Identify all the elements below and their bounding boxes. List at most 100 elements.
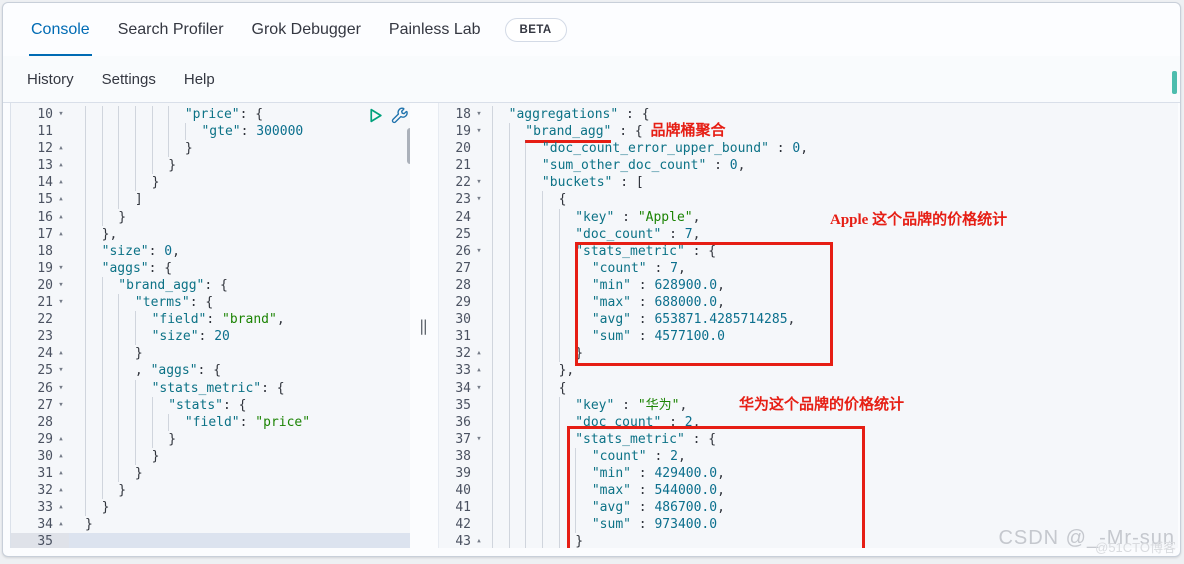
- menu-item-help[interactable]: Help: [184, 71, 215, 88]
- fold-toggle-icon[interactable]: ▴: [53, 448, 69, 465]
- tab-console[interactable]: Console: [17, 3, 104, 57]
- fold-toggle-icon[interactable]: ▾: [53, 362, 69, 379]
- gutter-line-number: 42: [455, 517, 471, 533]
- fold-toggle-icon[interactable]: ▾: [471, 123, 487, 140]
- fold-toggle-icon[interactable]: ▴: [53, 209, 69, 226]
- wrench-button[interactable]: [391, 107, 408, 124]
- gutter-line-number: 32: [37, 483, 53, 499]
- gutter-line-number: 24: [455, 209, 471, 225]
- fold-toggle-icon[interactable]: ▴: [53, 465, 69, 482]
- gutter-line-number: 28: [37, 414, 53, 430]
- code-line: 14 ▴}: [11, 174, 410, 192]
- fold-toggle-icon[interactable]: ▾: [471, 431, 487, 448]
- tab-painless-lab[interactable]: Painless Lab: [375, 3, 495, 56]
- watermark-secondary: @51CTO博客: [1095, 540, 1176, 555]
- fold-toggle-icon[interactable]: ▴: [471, 533, 487, 548]
- gutter-line-number: 26: [37, 380, 53, 396]
- code-line: 18 ▾ "aggregations" : {: [439, 106, 1178, 124]
- devtools-tab-bar: Console Search Profiler Grok Debugger Painl…: [3, 3, 1180, 57]
- gutter-line-number: 33: [455, 363, 471, 379]
- code-line: 28 "min" : 628900.0,: [439, 276, 1178, 295]
- code-line: 17 ▴},: [11, 225, 410, 243]
- fold-toggle-icon[interactable]: ▴: [53, 499, 69, 516]
- request-editor-pane[interactable]: 10 ▾ "price": {11 "gte": 300000 12 ▴} 13 ▴} 14 ▴}…: [11, 103, 410, 548]
- gutter-line-number: 39: [455, 465, 471, 481]
- gutter-line-number: 29: [37, 431, 53, 447]
- gutter-line-number: 27: [37, 397, 53, 413]
- fold-toggle-icon[interactable]: ▾: [53, 277, 69, 294]
- fold-toggle-icon[interactable]: ▾: [53, 106, 69, 123]
- code-line: 33 ▴}: [11, 499, 410, 517]
- code-line: 25 ▾, "aggs": {: [11, 362, 410, 380]
- menu-item-settings[interactable]: Settings: [102, 71, 156, 88]
- code-line: 28 "field": "price": [11, 413, 410, 431]
- fold-toggle-icon[interactable]: ▾: [53, 397, 69, 414]
- gutter-line-number: 31: [37, 465, 53, 481]
- code-line: 29 "max" : 688000.0,: [439, 294, 1178, 312]
- gutter-line-number: 15: [37, 192, 53, 208]
- send-request-button[interactable]: [367, 107, 384, 124]
- gutter-line-number: 18: [37, 243, 53, 259]
- gutter-line-number: 26: [455, 243, 471, 259]
- request-code-lines: 10 ▾ "price": {11 "gte": 300000 12 ▴} 13 ▴} 14 ▴}…: [11, 106, 410, 548]
- code-line: 19 ▾ "brand_agg" : { 品牌桶聚合: [439, 123, 1178, 144]
- code-line: 18 "size": 0,: [11, 242, 410, 260]
- fold-toggle-icon[interactable]: ▾: [53, 380, 69, 397]
- play-icon: [370, 108, 382, 123]
- gutter-line-number: 10: [37, 107, 53, 122]
- gutter-line-number: 32: [455, 346, 471, 362]
- gutter-line-number: 35: [37, 534, 53, 548]
- fold-toggle-icon[interactable]: ▴: [53, 140, 69, 157]
- tab-search-profiler[interactable]: Search Profiler: [104, 3, 238, 56]
- code-line: 20 ▾ "brand_agg": {: [11, 276, 410, 295]
- fold-toggle-icon[interactable]: ▴: [53, 516, 69, 533]
- code-line: 30 ▴}: [11, 447, 410, 465]
- fold-toggle-icon[interactable]: ▴: [53, 191, 69, 208]
- response-editor-pane[interactable]: 18 ▾ "aggregations" : {19 ▾ "brand_agg" : { …: [438, 103, 1178, 548]
- code-line: 26 ▾ "stats_metric" : {: [439, 242, 1178, 260]
- gutter-line-number: 28: [455, 277, 471, 293]
- console-menu-bar: History Settings Help: [3, 56, 1180, 103]
- fold-toggle-icon[interactable]: ▴: [53, 226, 69, 243]
- fold-toggle-icon[interactable]: ▾: [471, 380, 487, 397]
- gutter-line-number: 16: [37, 209, 53, 225]
- fold-toggle-icon[interactable]: ▴: [53, 482, 69, 499]
- fold-toggle-icon[interactable]: ▴: [471, 345, 487, 362]
- fold-toggle-icon[interactable]: ▾: [471, 106, 487, 123]
- code-line: 27 ▾ "stats": {: [11, 396, 410, 414]
- annotation-note: 华为这个品牌的价格统计: [739, 397, 905, 413]
- pane-divider[interactable]: ‖: [410, 103, 438, 548]
- fold-toggle-icon[interactable]: ▾: [471, 191, 487, 208]
- fold-toggle-icon[interactable]: ▴: [53, 157, 69, 174]
- fold-toggle-icon[interactable]: ▾: [471, 174, 487, 191]
- fold-toggle-icon[interactable]: ▴: [53, 431, 69, 448]
- gutter-line-number: 25: [455, 226, 471, 242]
- gutter-line-number: 30: [37, 448, 53, 464]
- fold-toggle-icon[interactable]: ▾: [471, 243, 487, 260]
- code-line: 27 "count" : 7,: [439, 259, 1178, 277]
- code-line: 23 "size": 20: [11, 328, 410, 346]
- code-line: 24 "key" : "Apple",: [439, 208, 1178, 226]
- gutter-line-number: 41: [455, 500, 471, 516]
- fold-toggle-icon[interactable]: ▾: [53, 294, 69, 311]
- tab-grok-debugger[interactable]: Grok Debugger: [238, 3, 375, 56]
- gutter-line-number: 21: [37, 295, 53, 311]
- fold-toggle-icon[interactable]: ▴: [471, 362, 487, 379]
- gutter-line-number: 22: [37, 312, 53, 328]
- code-line: 31 "sum" : 4577100.0: [439, 328, 1178, 346]
- menu-item-history[interactable]: History: [27, 71, 74, 88]
- fold-toggle-icon[interactable]: ▴: [53, 345, 69, 362]
- fold-toggle-icon[interactable]: ▾: [53, 260, 69, 277]
- fold-toggle-icon[interactable]: ▴: [53, 174, 69, 191]
